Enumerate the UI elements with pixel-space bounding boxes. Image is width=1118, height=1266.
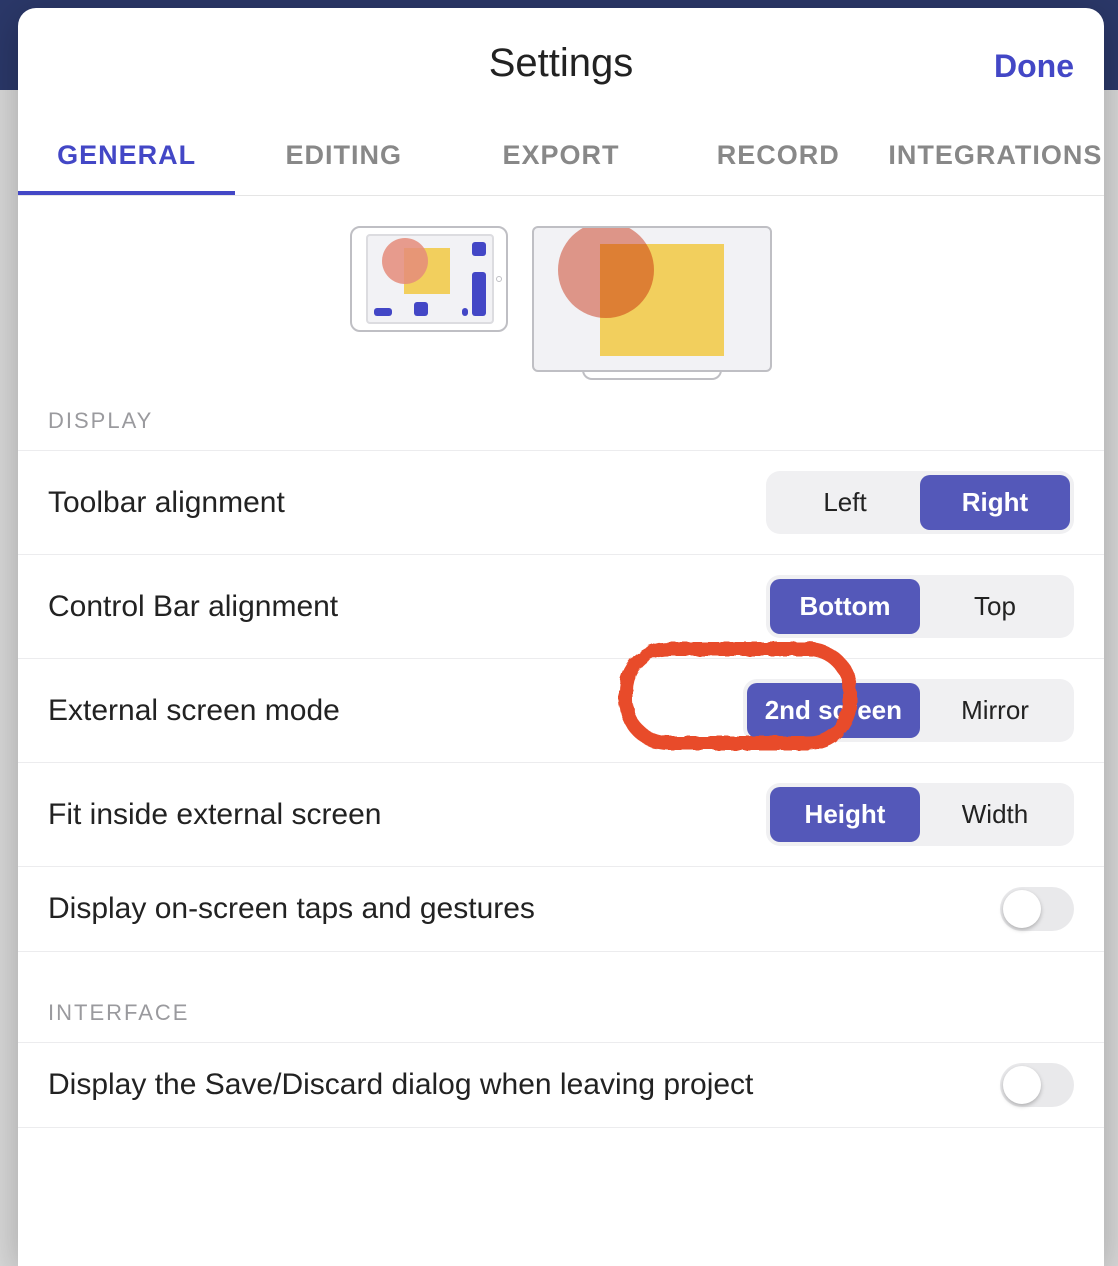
row-label: Display the Save/Discard dialog when lea… [48,1068,753,1102]
seg-fit-external: Height Width [766,783,1074,846]
row-label: Fit inside external screen [48,798,382,832]
seg-toolbar-left[interactable]: Left [770,475,920,530]
seg-external-mode: 2nd screen Mirror [743,679,1074,742]
switch-save-discard[interactable] [1000,1063,1074,1107]
section-label-interface: INTERFACE [18,952,1104,1042]
section-label-display: DISPLAY [18,392,1104,450]
row-external-screen-mode: External screen mode 2nd screen Mirror [18,658,1104,762]
seg-controlbar-top[interactable]: Top [920,579,1070,634]
seg-toolbar-alignment: Left Right [766,471,1074,534]
row-display-taps: Display on-screen taps and gestures [18,866,1104,952]
tab-integrations[interactable]: INTEGRATIONS [887,118,1104,195]
seg-fit-width[interactable]: Width [920,787,1070,842]
modal-title: Settings [489,41,634,86]
monitor-icon [532,226,772,380]
row-label: External screen mode [48,694,340,728]
row-save-discard-dialog: Display the Save/Discard dialog when lea… [18,1042,1104,1128]
row-fit-external-screen: Fit inside external screen Height Width [18,762,1104,866]
row-label: Toolbar alignment [48,486,285,520]
tab-export[interactable]: EXPORT [452,118,669,195]
tab-bar: GENERAL EDITING EXPORT RECORD INTEGRATIO… [18,118,1104,196]
ipad-icon [350,226,508,332]
switch-display-taps[interactable] [1000,887,1074,931]
seg-controlbar-bottom[interactable]: Bottom [770,579,920,634]
seg-external-2nd-screen[interactable]: 2nd screen [747,683,920,738]
display-illustration [18,196,1104,392]
row-controlbar-alignment: Control Bar alignment Bottom Top [18,554,1104,658]
seg-toolbar-right[interactable]: Right [920,475,1070,530]
row-label: Control Bar alignment [48,590,338,624]
tab-editing[interactable]: EDITING [235,118,452,195]
modal-header: Settings Done [18,8,1104,118]
tab-general[interactable]: GENERAL [18,118,235,195]
seg-external-mirror[interactable]: Mirror [920,683,1070,738]
tab-record[interactable]: RECORD [670,118,887,195]
row-label: Display on-screen taps and gestures [48,892,535,926]
row-toolbar-alignment: Toolbar alignment Left Right [18,450,1104,554]
settings-modal: Settings Done GENERAL EDITING EXPORT REC… [18,8,1104,1266]
settings-scroll[interactable]: DISPLAY Toolbar alignment Left Right Con… [18,196,1104,1266]
seg-fit-height[interactable]: Height [770,787,920,842]
done-button[interactable]: Done [994,48,1074,85]
seg-controlbar-alignment: Bottom Top [766,575,1074,638]
